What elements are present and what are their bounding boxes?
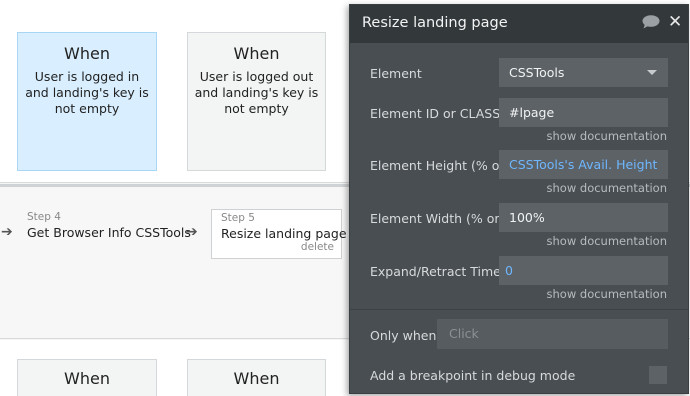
panel-title: Resize landing page [362, 15, 508, 31]
arrow-right-icon: ➔ [1, 224, 13, 240]
step-5[interactable]: Step 5 Resize landing page delete [211, 209, 347, 259]
element-height-label: Element Height (% or [370, 158, 505, 173]
only-when-input[interactable]: Click [437, 319, 668, 349]
event-card-bottom-1[interactable]: When [17, 359, 157, 396]
event-condition: User is logged out and landing's key is … [194, 69, 319, 116]
debug-breakpoint-checkbox[interactable] [649, 366, 667, 384]
delete-step-link[interactable]: delete [301, 241, 334, 253]
element-height-input[interactable]: CSSTools's Avail. Height [499, 150, 668, 179]
event-card-logged-in[interactable]: When User is logged in and landing's key… [17, 32, 157, 171]
element-select-value: CSSTools [509, 65, 565, 80]
event-title: When [233, 369, 280, 388]
event-title: When [64, 44, 110, 63]
show-documentation-link[interactable]: show documentation [547, 234, 667, 248]
panel-divider [350, 309, 688, 310]
show-documentation-link[interactable]: show documentation [547, 287, 667, 301]
arrow-right-icon: ➔ [186, 224, 198, 240]
step-name: Resize landing page [221, 226, 347, 241]
element-id-label: Element ID or CLASS - [370, 106, 509, 121]
element-width-input[interactable]: 100% [499, 203, 668, 232]
panel-header[interactable]: Resize landing page ✕ [350, 5, 688, 43]
element-id-input[interactable]: #lpage [499, 98, 668, 127]
element-select[interactable]: CSSTools [499, 58, 668, 87]
expand-time-label: Expand/Retract Time [370, 264, 501, 279]
element-width-label: Element Width (% or p [370, 211, 512, 226]
close-icon[interactable]: ✕ [668, 12, 682, 32]
step-4[interactable]: Step 4 Get Browser Info CSSTools [27, 211, 191, 241]
event-condition: User is logged in and landing's key is n… [25, 69, 149, 116]
element-label: Element [370, 66, 422, 81]
comment-icon[interactable] [642, 14, 660, 29]
step-name: Get Browser Info CSSTools [27, 225, 191, 240]
chevron-down-icon [647, 70, 657, 75]
debug-breakpoint-label: Add a breakpoint in debug mode [370, 368, 576, 383]
step-number: Step 4 [27, 211, 61, 223]
event-card-logged-out[interactable]: When User is logged out and landing's ke… [187, 32, 326, 171]
expand-time-input[interactable]: 0 [499, 256, 668, 285]
event-title: When [233, 44, 280, 63]
property-editor-panel: Resize landing page ✕ Element CSSTools E… [349, 4, 689, 394]
event-title: When [64, 369, 110, 388]
event-card-bottom-2[interactable]: When [187, 359, 326, 396]
step-number: Step 5 [221, 212, 255, 224]
show-documentation-link[interactable]: show documentation [547, 129, 667, 143]
show-documentation-link[interactable]: show documentation [547, 181, 667, 195]
only-when-label: Only when [370, 328, 437, 343]
